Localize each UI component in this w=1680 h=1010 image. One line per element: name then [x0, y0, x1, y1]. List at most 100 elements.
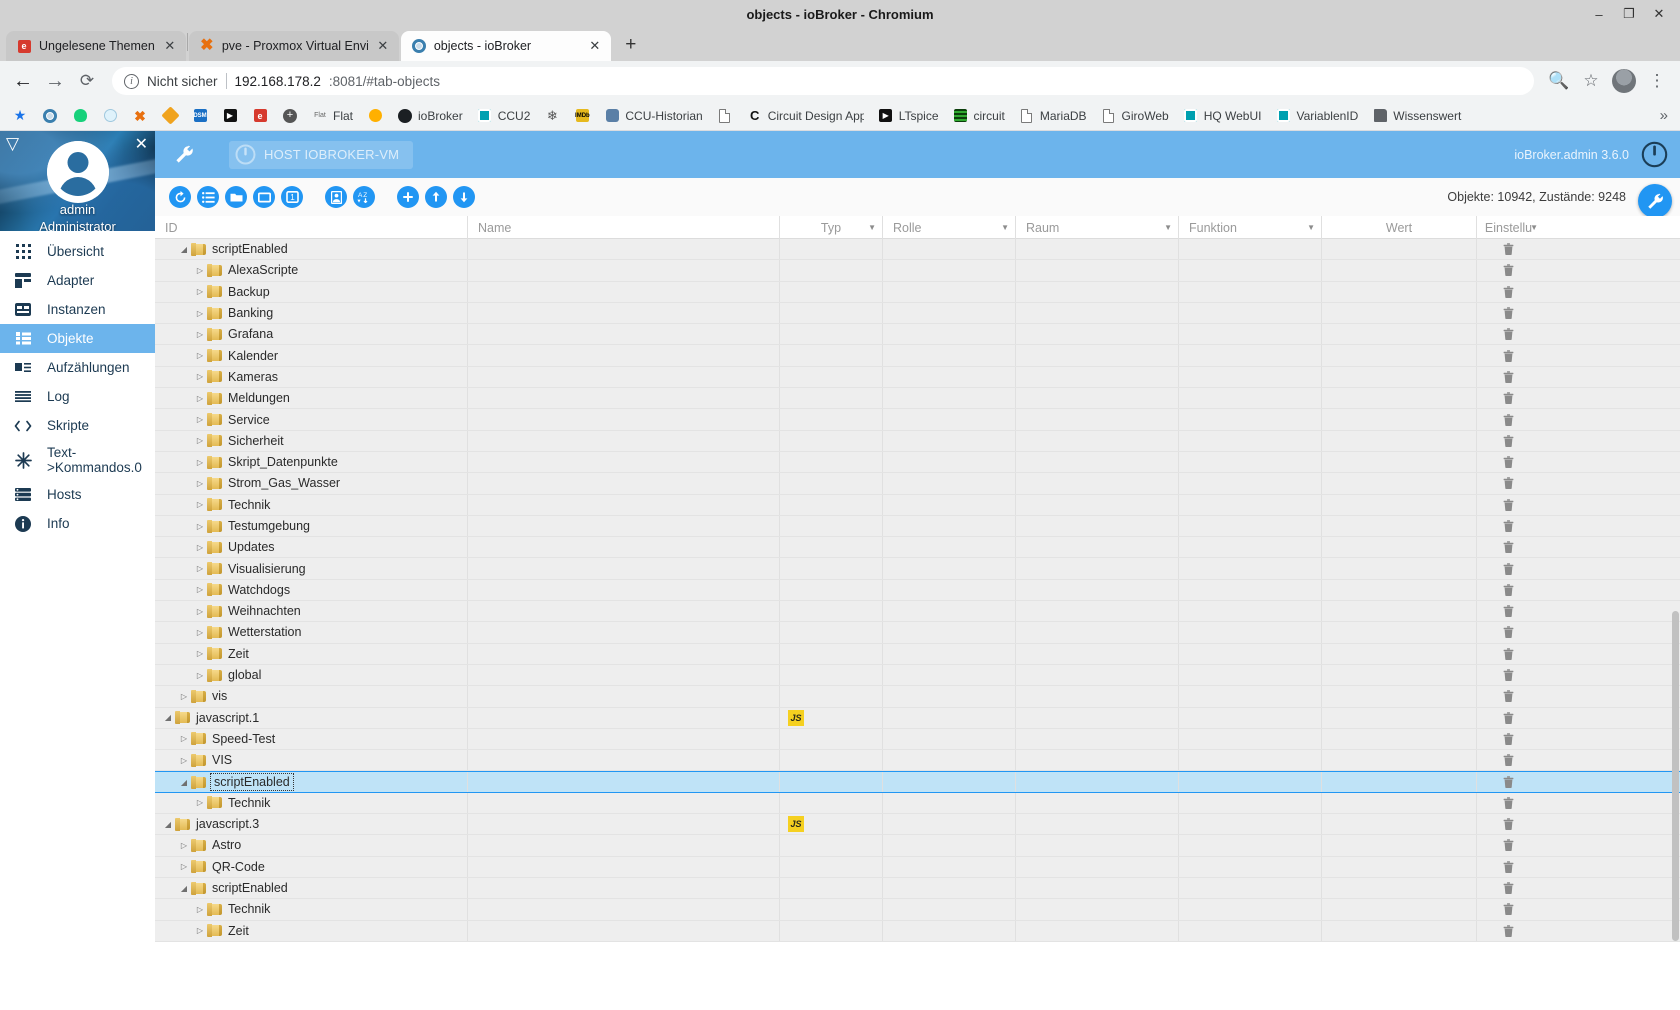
- column-header-typ[interactable]: Typ ▼: [780, 216, 883, 239]
- trash-icon[interactable]: [1477, 626, 1540, 639]
- trash-icon[interactable]: [1477, 882, 1540, 895]
- bookmark-mariadb[interactable]: MariaDB: [1013, 105, 1093, 127]
- table-row[interactable]: ▷ Testumgebung: [155, 515, 1680, 538]
- table-row[interactable]: ▷ Backup: [155, 281, 1680, 303]
- table-row[interactable]: ◢ javascript.3 JS: [155, 814, 1680, 836]
- table-row[interactable]: ◢ javascript.1 JS: [155, 707, 1680, 729]
- expand-triangle-icon[interactable]: ▷: [177, 841, 191, 850]
- maximize-button[interactable]: ❐: [1614, 1, 1644, 27]
- bookmark-7[interactable]: ▶: [216, 105, 244, 127]
- close-window-button[interactable]: ✕: [1644, 1, 1674, 27]
- collapse-all-button[interactable]: [225, 186, 247, 208]
- bookmark-15[interactable]: IMDb: [568, 105, 596, 127]
- bookmark-17[interactable]: [711, 105, 739, 127]
- bookmark-iobroker[interactable]: ioBroker: [391, 105, 469, 127]
- collapse-triangle-icon[interactable]: ◢: [177, 245, 191, 254]
- table-row[interactable]: ▷ Strom_Gas_Wasser: [155, 473, 1680, 495]
- forward-icon[interactable]: →: [40, 66, 70, 96]
- table-row[interactable]: ▷ Banking: [155, 302, 1680, 325]
- bookmarks-overflow-icon[interactable]: »: [1654, 107, 1674, 124]
- bookmark-variablenid[interactable]: VariablenID: [1269, 105, 1364, 127]
- expand-triangle-icon[interactable]: ▷: [177, 692, 191, 701]
- settings-button[interactable]: [1638, 184, 1672, 218]
- table-row[interactable]: ▷ Sicherheit: [155, 430, 1680, 452]
- column-header-id[interactable]: ID: [155, 216, 468, 239]
- column-header-einstellungen[interactable]: Einstellu ▼: [1477, 216, 1540, 239]
- table-row[interactable]: ▷ Kalender: [155, 345, 1680, 367]
- collapse-triangle-icon[interactable]: ◢: [177, 778, 191, 787]
- minimize-button[interactable]: –: [1584, 1, 1614, 27]
- collapse-sidebar-icon[interactable]: ▽: [6, 134, 19, 154]
- expand-triangle-icon[interactable]: ▷: [193, 266, 207, 275]
- trash-icon[interactable]: [1477, 605, 1540, 618]
- expand-triangle-icon[interactable]: ▷: [193, 500, 207, 509]
- trash-icon[interactable]: [1477, 243, 1540, 256]
- bookmark-ccu-historian[interactable]: CCU-Historian: [598, 105, 708, 127]
- close-icon[interactable]: ✕: [162, 38, 178, 54]
- bookmark-star-icon[interactable]: ☆: [1576, 66, 1606, 96]
- sidebar-item-aufzaehlungen[interactable]: Aufzählungen: [0, 353, 155, 382]
- table-row[interactable]: ▷ AlexaScripte: [155, 260, 1680, 282]
- bookmark-3[interactable]: [96, 105, 124, 127]
- wrench-icon[interactable]: [167, 145, 201, 164]
- reload-icon[interactable]: ⟳: [72, 66, 102, 96]
- expand-triangle-icon[interactable]: ▷: [193, 330, 207, 339]
- trash-icon[interactable]: [1477, 647, 1540, 660]
- bookmark-circuit-design[interactable]: C Circuit Design App f: [741, 105, 870, 127]
- trash-icon[interactable]: [1477, 392, 1540, 405]
- trash-icon[interactable]: [1477, 690, 1540, 703]
- sidebar-item-skripte[interactable]: Skripte: [0, 411, 155, 440]
- expand-triangle-icon[interactable]: ▷: [193, 926, 207, 935]
- sidebar-item-text-kommandos[interactable]: Text->Kommandos.0: [0, 440, 155, 480]
- column-header-name[interactable]: Name: [468, 216, 780, 239]
- table-row[interactable]: ▷ Updates: [155, 537, 1680, 559]
- expand-triangle-icon[interactable]: ▷: [193, 394, 207, 403]
- trash-icon[interactable]: [1477, 733, 1540, 745]
- zoom-icon[interactable]: 🔍: [1544, 66, 1574, 96]
- chevron-down-icon[interactable]: ▼: [1307, 223, 1315, 232]
- collapse-triangle-icon[interactable]: ◢: [161, 713, 175, 722]
- expand-triangle-icon[interactable]: ▷: [193, 798, 207, 807]
- table-row[interactable]: ▷ Zeit: [155, 920, 1680, 942]
- chevron-down-icon[interactable]: ▼: [1164, 223, 1172, 232]
- trash-icon[interactable]: [1477, 903, 1540, 916]
- expand-triangle-icon[interactable]: ▷: [177, 862, 191, 871]
- trash-icon[interactable]: [1477, 285, 1540, 298]
- info-icon[interactable]: i: [124, 73, 139, 89]
- trash-icon[interactable]: [1477, 435, 1540, 447]
- table-row[interactable]: ◢ scriptEnabled: [155, 877, 1680, 900]
- trash-icon[interactable]: [1477, 307, 1540, 320]
- close-sidebar-icon[interactable]: ✕: [135, 134, 148, 154]
- sort-button[interactable]: AZ: [353, 186, 375, 208]
- trash-icon[interactable]: [1477, 349, 1540, 362]
- trash-icon[interactable]: [1477, 264, 1540, 277]
- expand-triangle-icon[interactable]: ▷: [193, 372, 207, 381]
- address-bar[interactable]: i Nicht sicher 192.168.178.2:8081/#tab-o…: [112, 67, 1534, 95]
- host-selector[interactable]: HOST IOBROKER-VM: [229, 140, 414, 169]
- table-row[interactable]: ▷ Technik: [155, 792, 1680, 815]
- bookmark-9[interactable]: +: [276, 105, 304, 127]
- column-header-wert[interactable]: Wert: [1322, 216, 1477, 239]
- chevron-down-icon[interactable]: ▼: [1001, 223, 1009, 232]
- bookmark-2[interactable]: [66, 105, 94, 127]
- bookmark-hq-webui[interactable]: HQ WebUI: [1177, 105, 1268, 127]
- profile-avatar[interactable]: [1612, 69, 1636, 93]
- sidebar-item-instanzen[interactable]: Instanzen: [0, 295, 155, 324]
- bookmark-4[interactable]: ✖: [126, 105, 154, 127]
- chevron-down-icon[interactable]: ▼: [1530, 223, 1538, 232]
- expand-triangle-icon[interactable]: ▷: [193, 522, 207, 531]
- trash-icon[interactable]: [1477, 456, 1540, 469]
- trash-icon[interactable]: [1477, 797, 1540, 809]
- trash-icon[interactable]: [1477, 498, 1540, 511]
- table-row[interactable]: ▷ Meldungen: [155, 388, 1680, 410]
- sidebar-item-uebersicht[interactable]: Übersicht: [0, 237, 155, 266]
- trash-icon[interactable]: [1477, 839, 1540, 852]
- collapse-triangle-icon[interactable]: ◢: [161, 820, 175, 829]
- import-button[interactable]: [425, 186, 447, 208]
- trash-icon[interactable]: [1477, 328, 1540, 341]
- export-button[interactable]: [453, 186, 475, 208]
- add-object-button[interactable]: [397, 186, 419, 208]
- refresh-button[interactable]: [169, 186, 191, 208]
- expand-triangle-icon[interactable]: ▷: [193, 607, 207, 616]
- table-row[interactable]: ▷ vis: [155, 686, 1680, 708]
